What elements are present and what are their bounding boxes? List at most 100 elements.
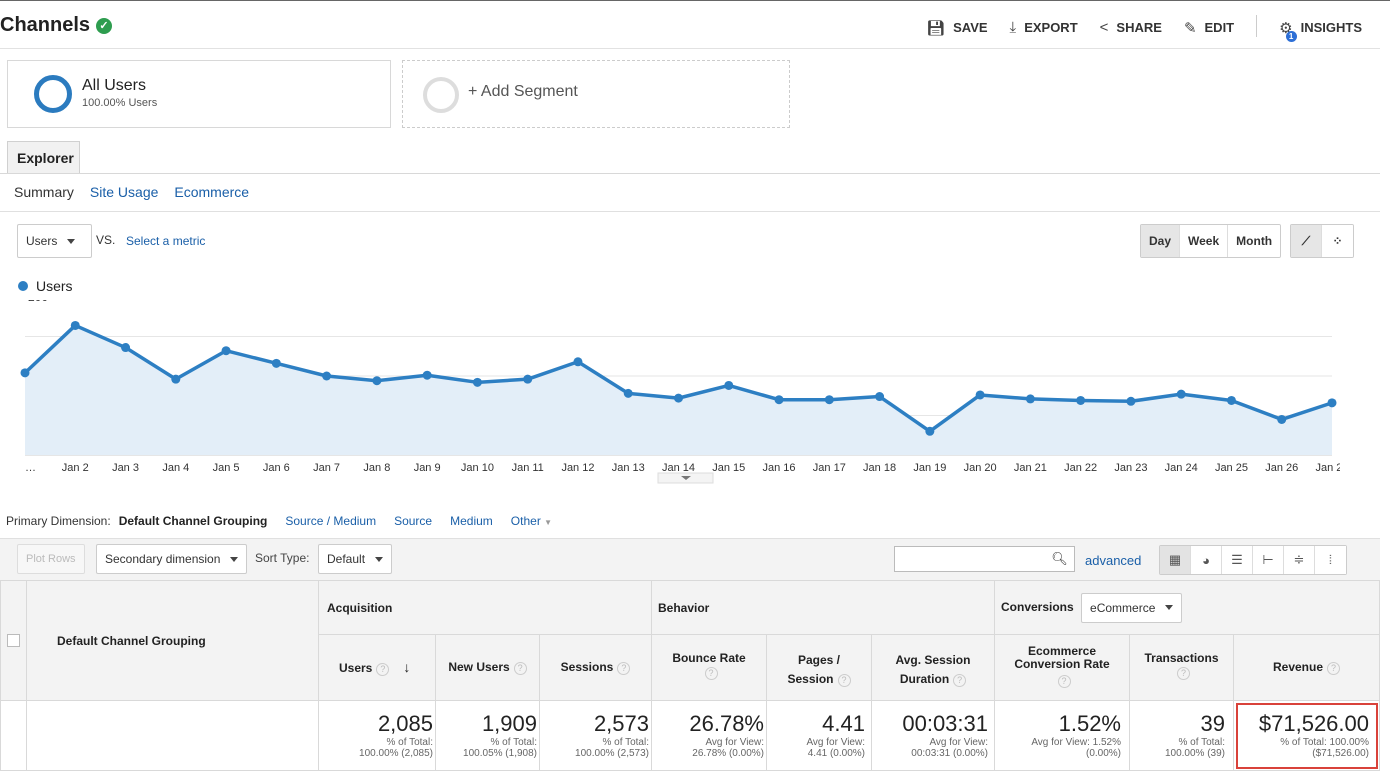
help-icon: ? — [704, 667, 718, 680]
subtab-site-usage[interactable]: Site Usage — [90, 184, 158, 200]
totals-dimension-cell — [26, 700, 319, 771]
x-tick-label: Jan 25 — [1215, 462, 1248, 474]
segment-title: All Users — [82, 77, 147, 94]
dimension-option-source[interactable]: Source — [394, 514, 432, 528]
period-week-button[interactable]: Week — [1180, 225, 1229, 257]
add-segment-button[interactable]: + Add Segment — [402, 60, 790, 128]
select-metric-link[interactable]: Select a metric — [126, 234, 205, 248]
x-tick-label: Jan 13 — [612, 462, 645, 474]
period-month-button[interactable]: Month — [1228, 225, 1281, 257]
subtab-summary[interactable]: Summary — [14, 184, 74, 200]
data-point — [1025, 394, 1035, 404]
col-new-users[interactable]: New Users? — [435, 634, 540, 701]
share-button[interactable]: < SHARE — [1100, 18, 1162, 37]
col-avg-session-duration[interactable]: Avg. Session Duration? — [871, 634, 995, 701]
sort-arrow-down-icon: ↓ — [403, 659, 411, 675]
help-icon: ? — [1057, 675, 1071, 688]
data-point — [372, 376, 382, 386]
data-point — [1226, 395, 1236, 405]
tab-explorer[interactable]: Explorer — [7, 141, 80, 174]
col-users[interactable]: Users? ↓ — [318, 634, 436, 701]
conversions-goal-select[interactable]: eCommerce — [1081, 592, 1183, 623]
col-revenue[interactable]: Revenue? — [1233, 634, 1380, 701]
edit-button[interactable]: ✎ EDIT — [1184, 18, 1234, 37]
data-point — [1277, 414, 1287, 424]
term-cloud-view-icon[interactable]: ≑ — [1284, 546, 1315, 574]
sort-type-select[interactable]: Default — [318, 544, 393, 574]
data-table-icon[interactable]: ▦ — [1160, 546, 1191, 574]
period-day-button[interactable]: Day — [1141, 225, 1181, 257]
select-all-checkbox[interactable] — [7, 634, 20, 647]
data-point — [121, 343, 131, 353]
export-button[interactable]: ⤓ EXPORT — [1010, 18, 1078, 37]
col-bounce-rate[interactable]: Bounce Rate? — [651, 634, 767, 701]
window-top-edge — [0, 0, 1390, 10]
x-tick-label: Jan 18 — [863, 462, 896, 474]
floppy-disk-icon: 💾︎ — [926, 19, 946, 37]
line-chart-icon[interactable]: ⟋ — [1291, 225, 1322, 257]
totals-row: 2,085% of Total: 100.00% (2,085) 1,909% o… — [0, 700, 1380, 771]
insights-button[interactable]: ⚙ 1 INSIGHTS — [1279, 18, 1362, 42]
chart-legend: Users — [18, 278, 73, 294]
pivot-view-icon[interactable]: ⦙ — [1315, 546, 1346, 574]
data-point — [20, 368, 30, 378]
verified-shield-icon: ✓ — [96, 17, 113, 34]
table-view-toggle: ▦ ◕ ☰ ⊢ ≑ ⦙ — [1159, 545, 1347, 575]
empty-segment-ring-icon — [423, 77, 459, 113]
primary-dimension-current[interactable]: Default Channel Grouping — [119, 514, 268, 528]
x-tick-label: Jan 3 — [112, 462, 139, 474]
total-avg-session-duration: 00:03:31 Avg for View: 00:03:31 (0.00%) — [871, 700, 995, 771]
data-point — [523, 374, 533, 384]
conversions-group-header: Conversions eCommerce — [994, 580, 1380, 635]
users-line-chart: 200100…Jan 2Jan 3Jan 4Jan 5Jan 6Jan 7Jan… — [20, 300, 1340, 484]
select-all-cell — [0, 580, 27, 701]
x-tick-label: Jan 19 — [913, 462, 946, 474]
help-icon: ? — [513, 662, 527, 675]
title-text: Channels — [0, 14, 91, 36]
search-button[interactable]: 🔍︎ — [1045, 546, 1075, 572]
pie-view-icon[interactable]: ◕ — [1191, 546, 1222, 574]
metric-select[interactable]: Users — [17, 224, 92, 258]
x-tick-label: Jan 5 — [213, 462, 240, 474]
dimension-option-source-medium[interactable]: Source / Medium — [285, 514, 376, 528]
subtabs-divider — [0, 211, 1380, 212]
chevron-down-icon — [1165, 605, 1174, 610]
col-pages-session[interactable]: Pages / Session? — [766, 634, 872, 701]
plot-rows-button[interactable]: Plot Rows — [17, 544, 85, 574]
data-point — [472, 377, 482, 387]
x-tick-label: Jan 10 — [461, 462, 494, 474]
insights-icon: ⚙ 1 — [1279, 19, 1297, 42]
col-sessions[interactable]: Sessions? — [539, 634, 652, 701]
help-icon: ? — [376, 663, 390, 676]
x-tick-label: Jan 15 — [712, 462, 745, 474]
total-ecommerce-conversion-rate: 1.52% Avg for View: 1.52% (0.00%) — [994, 700, 1130, 771]
x-tick-label: Jan 4 — [162, 462, 189, 474]
motion-chart-icon[interactable]: ⁘ — [1322, 225, 1353, 257]
chevron-down-icon — [67, 238, 76, 244]
comparison-view-icon[interactable]: ⊢ — [1253, 546, 1284, 574]
insights-count-badge: 1 — [1285, 30, 1297, 42]
x-tick-label: Jan 17 — [813, 462, 846, 474]
performance-view-icon[interactable]: ☰ — [1222, 546, 1253, 574]
header-divider — [0, 48, 1380, 49]
dimension-header[interactable]: Default Channel Grouping — [26, 580, 319, 701]
x-tick-label: Jan 9 — [414, 462, 441, 474]
advanced-filter-link[interactable]: advanced — [1085, 553, 1141, 568]
add-segment-label: + Add Segment — [468, 83, 578, 100]
data-point — [824, 395, 834, 405]
chevron-down-icon — [375, 556, 384, 562]
subtab-ecommerce[interactable]: Ecommerce — [174, 184, 249, 200]
secondary-dimension-select[interactable]: Secondary dimension — [96, 544, 248, 574]
save-button[interactable]: 💾︎ SAVE — [926, 18, 987, 37]
sort-type-label: Sort Type: — [255, 551, 310, 565]
col-ecommerce-conversion-rate[interactable]: Ecommerce Conversion Rate? — [994, 634, 1130, 701]
table-search-input[interactable] — [894, 546, 1046, 572]
total-transactions: 39% of Total: 100.00% (39) — [1129, 700, 1234, 771]
chevron-down-icon — [230, 556, 239, 562]
segment-all-users[interactable]: All Users 100.00% Users — [7, 60, 391, 128]
dimension-option-medium[interactable]: Medium — [450, 514, 493, 528]
x-tick-label: Jan 8 — [363, 462, 390, 474]
col-transactions[interactable]: Transactions? — [1129, 634, 1234, 701]
data-point — [422, 370, 432, 380]
dimension-option-other[interactable]: Other ▼ — [511, 514, 552, 528]
